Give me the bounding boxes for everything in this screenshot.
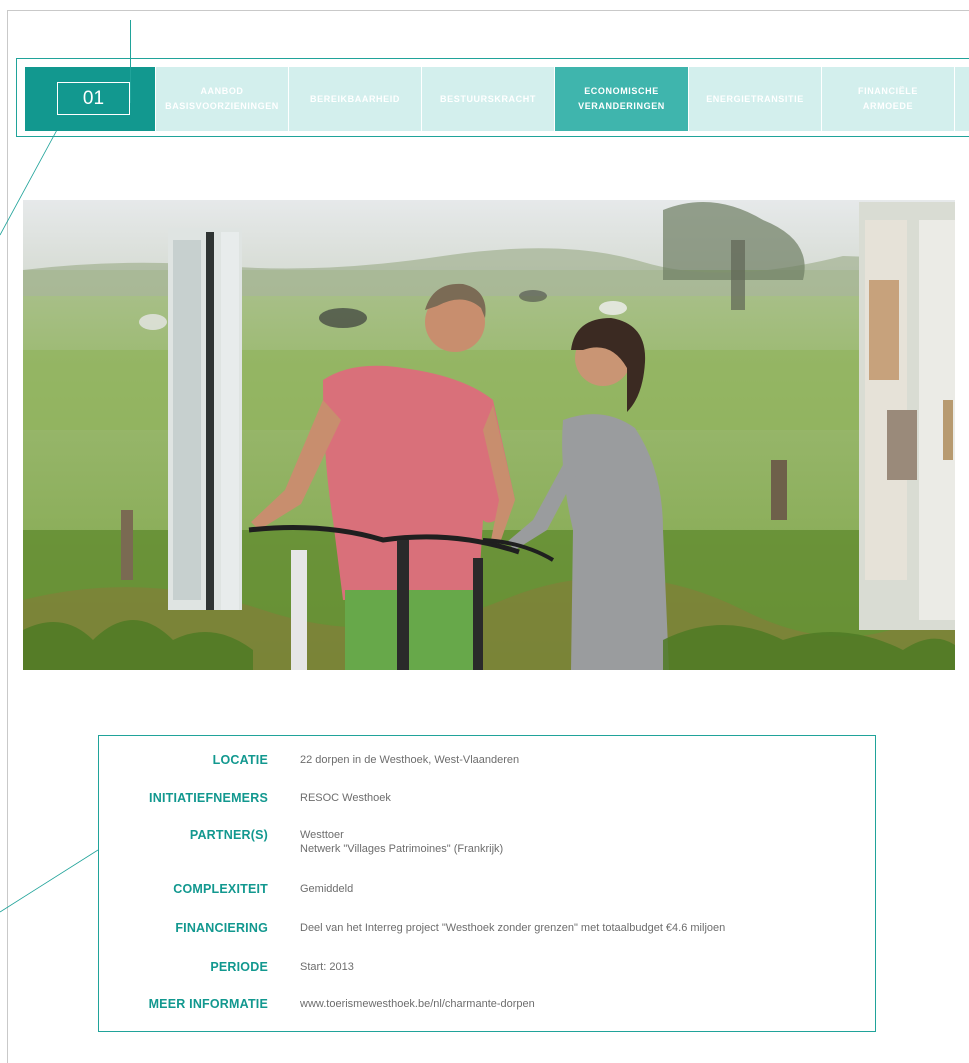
info-label: LOCATIE — [212, 753, 268, 767]
info-value-line: 22 dorpen in de Westhoek, West-Vlaandere… — [300, 754, 520, 766]
info-value: Start: 2013 — [300, 960, 354, 974]
tab-bereikbaarheid[interactable]: BEREIKBAARHEID — [289, 67, 421, 131]
cyclists-photo-illustration — [23, 200, 955, 670]
info-value: 22 dorpen in de Westhoek, West-Vlaandere… — [300, 753, 519, 767]
info-value: RESOC Westhoek — [300, 791, 391, 805]
hero-photo — [23, 200, 955, 670]
chapter-nav: 01 AANBOD BASISVOORZIENINGEN BEREIKBAARHE… — [16, 58, 969, 137]
tab-next-partial[interactable] — [955, 67, 969, 131]
tab-label-line: FINANCIËLE — [858, 86, 918, 96]
tab-label-line: VERANDERINGEN — [578, 101, 665, 111]
project-info-box: LOCATIE 22 dorpen in de Westhoek, West-V… — [98, 735, 876, 1032]
tab-bestuurskracht[interactable]: BESTUURSKRACHT — [422, 67, 554, 131]
info-label: MEER INFORMATIE — [148, 997, 268, 1011]
tab-label-line: ECONOMISCHE — [584, 86, 659, 96]
tab-label-line: AANBOD — [200, 86, 244, 96]
tab-label-line: BESTUURSKRACHT — [440, 93, 536, 104]
leader-tick — [130, 20, 131, 103]
tab-label-line: ENERGIETRANSITIE — [706, 93, 804, 104]
info-value-line: Deel van het Interreg project "Westhoek … — [300, 922, 726, 934]
tab-label-line: BEREIKBAARHEID — [310, 93, 400, 104]
info-value-line: Gemiddeld — [300, 883, 354, 895]
tab-economische-veranderingen[interactable]: ECONOMISCHE VERANDERINGEN — [555, 67, 688, 131]
info-label: INITIATIEFNEMERS — [149, 791, 268, 805]
tab-label-line: BASISVOORZIENINGEN — [165, 101, 279, 111]
tab-aanbod-basisvoorzieningen[interactable]: AANBOD BASISVOORZIENINGEN — [156, 67, 288, 131]
tab-label-line: ARMOEDE — [862, 101, 914, 111]
website-link[interactable]: www.toerismewesthoek.be/nl/charmante-dor… — [300, 997, 535, 1011]
info-label: FINANCIERING — [175, 921, 268, 935]
info-value[interactable]: www.toerismewesthoek.be/nl/charmante-dor… — [300, 997, 535, 1011]
info-label: PARTNER(S) — [189, 828, 268, 842]
tab-financiele-armoede[interactable]: FINANCIËLE ARMOEDE — [822, 67, 954, 131]
info-value-line: Netwerk "Villages Patrimoines" (Frankrij… — [300, 843, 504, 855]
info-value-line: Westtoer — [300, 829, 344, 841]
info-value: Westtoer Netwerk "Villages Patrimoines" … — [300, 828, 503, 856]
info-value: Deel van het Interreg project "Westhoek … — [300, 921, 725, 935]
info-value-line: Start: 2013 — [300, 961, 354, 973]
chapter-number: 01 — [57, 82, 130, 115]
info-value-line: RESOC Westhoek — [300, 792, 391, 804]
info-label: PERIODE — [210, 960, 268, 974]
info-value: Gemiddeld — [300, 882, 353, 896]
chapter-number-block: 01 — [25, 67, 155, 131]
info-label: COMPLEXITEIT — [173, 882, 268, 896]
tab-energietransitie[interactable]: ENERGIETRANSITIE — [689, 67, 821, 131]
